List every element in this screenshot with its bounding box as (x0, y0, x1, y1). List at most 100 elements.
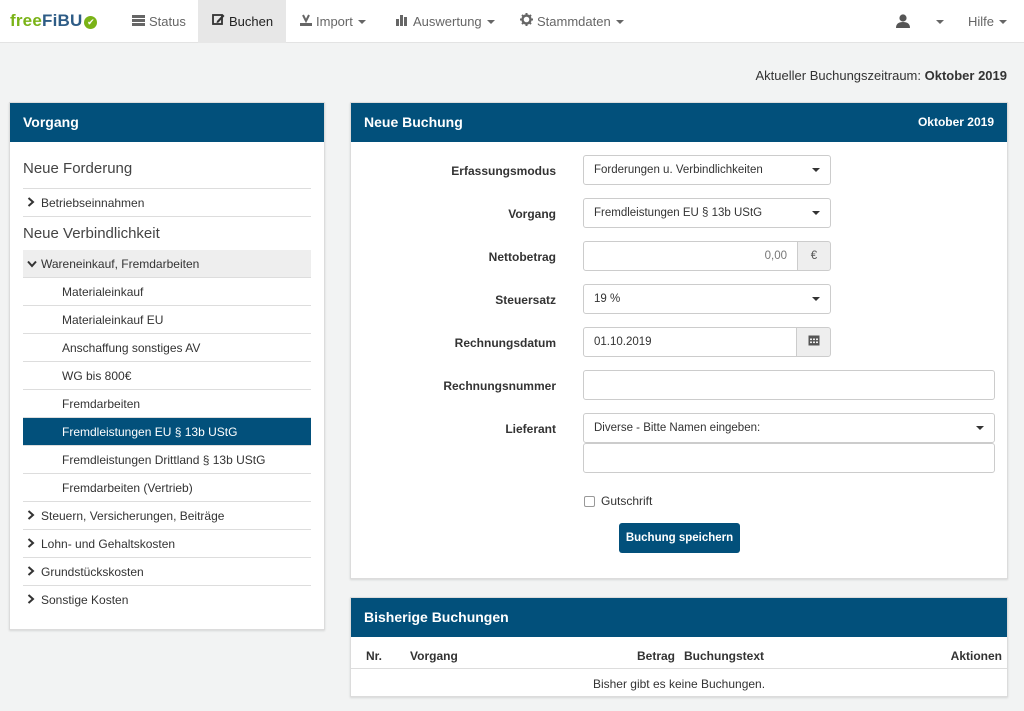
rechnungsdatum-input[interactable]: 01.10.2019 (583, 327, 797, 357)
tree-item-wareneinkauf[interactable]: Wareneinkauf, Fremdarbeiten (23, 250, 311, 278)
group-neue-verbindlichkeit: Neue Verbindlichkeit (23, 225, 160, 242)
nav-hilfe-label: Hilfe (968, 14, 995, 29)
dropdown-arrow-icon (812, 211, 820, 215)
check-icon: ✔ (84, 16, 98, 29)
nettobetrag-input[interactable]: 0,00 (583, 241, 798, 271)
tree-item-label: Sonstige Kosten (41, 593, 129, 607)
save-button[interactable]: Buchung speichern (619, 523, 740, 553)
chevron-down-icon (935, 20, 944, 24)
rechnungsnummer-label: Rechnungsnummer (443, 379, 556, 393)
neue-buchung-panel: Neue Buchung Oktober 2019 Erfassungsmodu… (350, 102, 1008, 579)
lieferant-label: Lieferant (505, 422, 556, 436)
tree-subitem-fremdarbeiten[interactable]: Fremdarbeiten (23, 390, 311, 418)
nav-import-label: Import (316, 14, 353, 29)
booking-period-label: Aktueller Buchungszeitraum: (755, 68, 921, 83)
tree-item-label: Grundstückskosten (41, 565, 144, 579)
dropdown-arrow-icon (976, 426, 984, 430)
tree-item-grundstueck[interactable]: Grundstückskosten (23, 558, 311, 586)
gutschrift-checkbox[interactable] (584, 496, 595, 507)
vorgang-select[interactable]: Fremdleistungen EU § 13b UStG (583, 198, 831, 228)
column-header-nr: Nr. (366, 649, 383, 663)
vorgang-label: Vorgang (508, 207, 556, 221)
column-header-vorgang: Vorgang (410, 649, 458, 663)
tree-item-label: Steuern, Versicherungen, Beiträge (41, 509, 225, 523)
vorgang-panel: Vorgang Neue Forderung Betriebseinnahmen… (9, 102, 325, 630)
neue-buchung-header: Neue Buchung Oktober 2019 (351, 103, 1007, 142)
chevron-down-icon (27, 251, 41, 279)
bisherige-buchungen-panel: Bisherige Buchungen Nr. Vorgang Betrag B… (350, 597, 1008, 697)
tree-item-label: Wareneinkauf, Fremdarbeiten (41, 257, 200, 271)
tree-subitem-materialeinkauf-eu[interactable]: Materialeinkauf EU (23, 306, 311, 334)
lieferant-value: Diverse - Bitte Namen eingeben: (594, 422, 761, 434)
gear-icon (520, 1, 533, 44)
gutschrift-label: Gutschrift (601, 494, 653, 508)
rechnungsnummer-input[interactable] (583, 370, 995, 400)
nav-status[interactable]: Status (124, 0, 194, 43)
empty-table-message: Bisher gibt es keine Buchungen. (592, 677, 766, 691)
nav-buchen[interactable]: Buchen (198, 0, 286, 43)
calendar-button[interactable] (796, 327, 831, 357)
column-header-buchungstext: Buchungstext (684, 649, 765, 663)
column-header-betrag: Betrag (637, 649, 676, 663)
bar-chart-icon (396, 1, 409, 44)
panel-period: Oktober 2019 (917, 115, 994, 129)
navbar: freeFiBU ✔ Status Buchen Import Auswertun… (0, 0, 1024, 43)
tree-subitem-fremdleistungen-drittland[interactable]: Fremdleistungen Drittland § 13b UStG (23, 446, 311, 474)
steuersatz-select[interactable]: 19 % (583, 284, 831, 314)
vorgang-value: Fremdleistungen EU § 13b UStG (594, 207, 763, 219)
user-icon (896, 14, 914, 29)
nav-auswertung-label: Auswertung (413, 14, 482, 29)
nav-hilfe[interactable]: Hilfe (968, 0, 1008, 43)
booking-period: Aktueller Buchungszeitraum: Oktober 2019 (756, 68, 1007, 83)
brand-text-free: free (10, 11, 42, 30)
steuersatz-label: Steuersatz (495, 293, 556, 307)
tree-item-betriebseinnahmen[interactable]: Betriebseinnahmen (23, 189, 311, 217)
tree-subitem-materialeinkauf[interactable]: Materialeinkauf (23, 278, 311, 306)
chevron-down-icon (999, 20, 1008, 24)
tree-subitem-fremdleistungen-eu[interactable]: Fremdleistungen EU § 13b UStG (23, 418, 311, 446)
tree-subitem-fremdarbeiten-vertrieb[interactable]: Fremdarbeiten (Vertrieb) (23, 474, 311, 502)
currency-addon: € (797, 241, 831, 271)
erfassungsmodus-label: Erfassungsmodus (451, 164, 556, 178)
chevron-right-icon (27, 503, 41, 531)
tree-item-label: Lohn- und Gehaltskosten (41, 537, 176, 551)
user-menu[interactable] (896, 0, 944, 43)
chevron-right-icon (27, 559, 41, 587)
tree-subitem-wg-bis-800[interactable]: WG bis 800€ (23, 362, 311, 390)
edit-icon (212, 1, 225, 44)
bisherige-buchungen-title: Bisherige Buchungen (351, 598, 1007, 637)
tree-item-lohn[interactable]: Lohn- und Gehaltskosten (23, 530, 311, 558)
tree-item-label: Betriebseinnahmen (41, 196, 145, 210)
group-neue-forderung: Neue Forderung (23, 148, 311, 189)
brand-text-fibu: FiBU (42, 11, 83, 30)
nav-buchen-label: Buchen (229, 14, 274, 29)
column-header-aktionen: Aktionen (950, 649, 1002, 663)
erfassungsmodus-value: Forderungen u. Verbindlichkeiten (594, 164, 763, 176)
chevron-right-icon (27, 587, 41, 615)
nettobetrag-label: Nettobetrag (488, 250, 556, 264)
chevron-down-icon (615, 20, 624, 24)
table-divider (351, 668, 1007, 669)
brand-logo[interactable]: freeFiBU ✔ (10, 11, 98, 31)
panel-title: Neue Buchung (364, 114, 463, 130)
tree-item-steuern[interactable]: Steuern, Versicherungen, Beiträge (23, 502, 311, 530)
steuersatz-value: 19 % (594, 293, 621, 305)
dropdown-arrow-icon (812, 168, 820, 172)
erfassungsmodus-select[interactable]: Forderungen u. Verbindlichkeiten (583, 155, 831, 185)
dropdown-arrow-icon (812, 297, 820, 301)
tree-subitem-anschaffung-av[interactable]: Anschaffung sonstiges AV (23, 334, 311, 362)
vorgang-tree: Neue Forderung Betriebseinnahmen Neue Ve… (23, 148, 311, 614)
lieferant-name-input[interactable] (583, 443, 995, 473)
chevron-right-icon (27, 531, 41, 559)
nav-stammdaten[interactable]: Stammdaten (518, 0, 626, 43)
nav-status-label: Status (149, 14, 186, 29)
rechnungsdatum-label: Rechnungsdatum (454, 336, 556, 350)
vorgang-panel-title: Vorgang (10, 103, 324, 142)
chevron-down-icon (486, 20, 495, 24)
tree-item-sonstige[interactable]: Sonstige Kosten (23, 586, 311, 614)
list-icon (132, 1, 145, 44)
lieferant-select[interactable]: Diverse - Bitte Namen eingeben: (583, 413, 995, 443)
nav-import[interactable]: Import (298, 0, 368, 43)
import-icon (300, 1, 312, 44)
nav-auswertung[interactable]: Auswertung (394, 0, 497, 43)
